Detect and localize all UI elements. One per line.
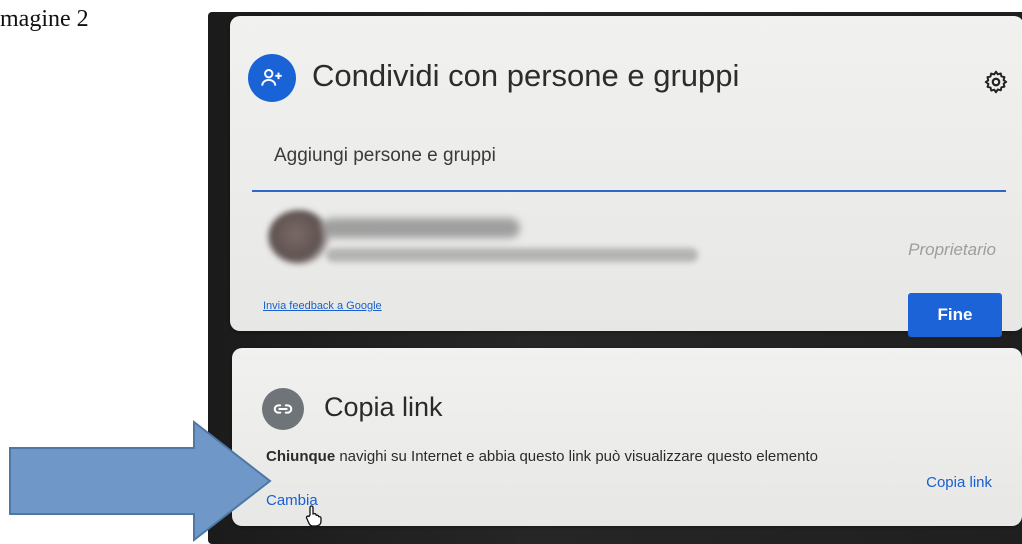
share-dialog-title: Condividi con persone e gruppi — [312, 58, 740, 93]
hand-pointer-icon — [304, 504, 324, 534]
add-people-input[interactable] — [272, 140, 976, 172]
copy-link-card: Copia link Chiunque navighi su Internet … — [232, 348, 1022, 527]
owner-avatar — [268, 210, 330, 264]
feedback-link[interactable]: Invia feedback a Google — [263, 300, 382, 312]
add-person-icon — [248, 54, 296, 102]
screenshot-photo: Condividi con persone e gruppi Proprieta… — [208, 12, 1022, 544]
share-dialog: Condividi con persone e gruppi Proprieta… — [230, 16, 1022, 337]
owner-role: Proprietario — [908, 240, 996, 259]
add-people-field — [252, 128, 1006, 192]
owner-email-redacted — [326, 248, 698, 262]
document-caption: magine 2 — [0, 6, 89, 32]
link-access-description: Chiunque navighi su Internet e abbia que… — [266, 446, 866, 468]
owner-name-redacted — [322, 218, 520, 238]
gear-icon[interactable] — [982, 68, 1010, 96]
access-description-text: navighi su Internet e abbia questo link … — [335, 448, 818, 465]
copy-link-button[interactable]: Copia link — [926, 474, 992, 491]
arrow-pointer-icon — [9, 419, 272, 543]
copy-link-title: Copia link — [324, 392, 443, 422]
done-button[interactable]: Fine — [908, 293, 1002, 337]
